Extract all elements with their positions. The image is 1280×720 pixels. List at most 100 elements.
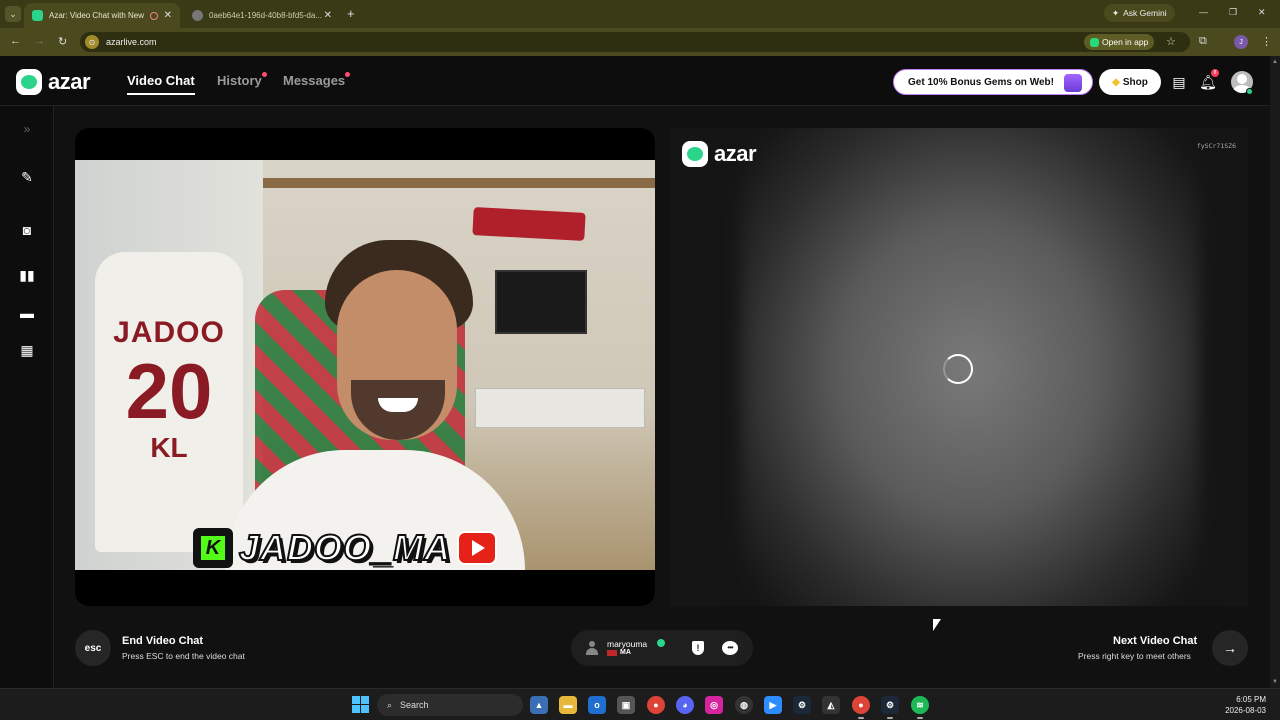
inbox-icon[interactable]: ▤ — [1170, 73, 1188, 91]
new-tab-button[interactable]: + — [347, 6, 355, 21]
mouse-cursor-icon — [933, 619, 941, 631]
online-status-dot — [1246, 88, 1253, 95]
clock-date: 2026-08-03 — [1225, 706, 1266, 715]
browser-tab-azar[interactable]: Azar: Video Chat with New ✕ — [24, 3, 180, 28]
open-in-app-button[interactable]: Open in app — [1084, 34, 1155, 50]
browser-profile-avatar[interactable]: J — [1234, 35, 1248, 49]
jersey-name-text: JADOO — [113, 316, 225, 349]
end-chat-esc-button[interactable]: esc — [75, 630, 111, 666]
epic-icon[interactable]: ◭ — [822, 696, 840, 714]
clock[interactable]: 6:05 PM 2026-08-03 — [1225, 694, 1266, 716]
loading-spinner-icon — [943, 354, 973, 384]
running-app-indicator — [917, 717, 923, 719]
clock-time: 6:05 PM — [1236, 695, 1266, 704]
site-info-icon[interactable]: ⊙ — [85, 35, 99, 49]
url-text: azarlive.com — [106, 37, 157, 47]
history-unread-dot — [262, 72, 267, 77]
page-scrollbar[interactable]: ▲ ▼ — [1270, 56, 1280, 688]
user-icon — [585, 641, 599, 655]
notification-badge: 8 — [1211, 69, 1219, 77]
app-header: azar Video Chat History Messages Get 10%… — [0, 56, 1270, 106]
ask-gemini-button[interactable]: ✦ Ask Gemini — [1104, 4, 1175, 22]
taskbar-search[interactable]: ⌕ Search — [377, 694, 523, 716]
magic-wand-icon[interactable]: ✎ — [17, 167, 37, 187]
gallery-app-icon[interactable]: ▲ — [530, 696, 548, 714]
app-icon — [1090, 37, 1099, 47]
shop-button[interactable]: ◆ Shop — [1099, 69, 1161, 95]
minimize-icon[interactable]: — — [1199, 7, 1208, 17]
file-explorer-icon[interactable]: ▬ — [559, 696, 577, 714]
gemini-icon: ✦ — [1112, 7, 1120, 18]
promo-label: Get 10% Bonus Gems on Web! — [908, 76, 1054, 88]
azar-favicon-icon — [32, 10, 43, 21]
remote-video-feed: azar fySCr71SZ6 — [670, 128, 1248, 606]
bonus-gems-promo-button[interactable]: Get 10% Bonus Gems on Web! — [893, 69, 1093, 95]
close-tab-icon[interactable]: ✕ — [324, 10, 332, 21]
expand-sidebar-icon[interactable]: » — [17, 119, 37, 139]
outlook-icon[interactable]: o — [588, 696, 606, 714]
ask-gemini-label: Ask Gemini — [1123, 8, 1167, 18]
chrome-active-icon[interactable]: ● — [852, 696, 870, 714]
scroll-up-icon[interactable]: ▲ — [1272, 59, 1278, 65]
jersey-initials-text: KL — [150, 432, 188, 463]
nav-history[interactable]: History — [217, 73, 262, 88]
partner-username[interactable]: maryouma — [607, 639, 647, 649]
jersey-number-text: 20 — [125, 347, 213, 435]
gift-icon — [1064, 74, 1082, 92]
sticker-icon[interactable]: ◙ — [17, 220, 37, 240]
next-chat-arrow-button[interactable]: → — [1212, 630, 1248, 666]
azar-logo-icon — [682, 141, 708, 167]
chat-button[interactable]: ••• — [720, 638, 740, 658]
remote-azar-logo: azar — [682, 141, 757, 167]
steam-icon[interactable]: ⚙ — [793, 696, 811, 714]
spotify-icon[interactable]: ≋ — [911, 696, 929, 714]
youtube-logo-icon — [457, 531, 498, 565]
discord-icon[interactable]: ◕ — [676, 696, 694, 714]
end-chat-hint: Press ESC to end the video chat — [122, 651, 245, 661]
gem-icon: ◆ — [1112, 76, 1120, 88]
country-flag-icon — [607, 650, 617, 656]
layout-stacked-icon[interactable]: ▬ — [17, 303, 37, 323]
steam-2-icon[interactable]: ⚙ — [881, 696, 899, 714]
tab-search-button[interactable]: ⌄ — [5, 6, 21, 22]
close-tab-icon[interactable]: ✕ — [164, 10, 172, 21]
windows-start-icon[interactable] — [352, 696, 369, 713]
verified-badge-icon — [657, 639, 665, 647]
browser-menu-icon[interactable]: ⋮ — [1261, 35, 1272, 48]
report-shield-button[interactable]: ! — [688, 638, 708, 658]
layout-grid-icon[interactable]: ▦ — [17, 340, 37, 360]
instagram-icon[interactable]: ◎ — [705, 696, 723, 714]
nav-messages[interactable]: Messages — [283, 73, 345, 88]
active-app-indicator — [858, 717, 864, 719]
azar-logo-icon — [16, 69, 42, 95]
address-bar[interactable]: ⊙ azarlive.com — [80, 32, 1190, 52]
search-icon: ⌕ — [387, 699, 393, 710]
local-video-feed: JADOO 20 KL K JADOO_MA — [75, 128, 655, 606]
session-id: fySCr71SZ6 — [1196, 142, 1236, 150]
bookmark-star-icon[interactable]: ☆ — [1166, 35, 1176, 48]
reload-icon[interactable]: ↻ — [58, 35, 67, 48]
open-in-app-label: Open in app — [1102, 37, 1149, 47]
partner-info-pill: maryouma MA ! ••• — [571, 630, 753, 666]
browser-tab-doc[interactable]: 0aeb64e1-196d-40b8-bfd5-da... ✕ — [184, 3, 340, 28]
nav-video-chat[interactable]: Video Chat — [127, 73, 195, 95]
obs-icon[interactable]: ◍ — [735, 696, 753, 714]
tab-title: Azar: Video Chat with New — [49, 11, 145, 20]
banner-name: JADOO_MA — [238, 526, 452, 569]
globe-favicon-icon — [192, 10, 203, 21]
extensions-icon[interactable]: ⧉ — [1199, 35, 1207, 48]
jersey-image: JADOO 20 KL — [95, 252, 243, 552]
camera-image: JADOO 20 KL K JADOO_MA — [75, 160, 655, 570]
forward-icon[interactable]: → — [34, 35, 45, 47]
restore-icon[interactable]: ❐ — [1229, 7, 1237, 18]
chat-bubble-icon: ••• — [722, 641, 738, 655]
logo-text: azar — [48, 69, 91, 94]
layout-side-by-side-icon[interactable]: ▮▮ — [17, 265, 37, 285]
close-window-icon[interactable]: ✕ — [1258, 7, 1266, 18]
zoom-icon[interactable]: ▶ — [764, 696, 782, 714]
azar-logo[interactable]: azar — [16, 69, 91, 95]
store-icon[interactable]: ▣ — [617, 696, 635, 714]
back-icon[interactable]: ← — [10, 35, 21, 47]
chrome-icon[interactable]: ● — [647, 696, 665, 714]
scroll-down-icon[interactable]: ▼ — [1272, 679, 1278, 685]
